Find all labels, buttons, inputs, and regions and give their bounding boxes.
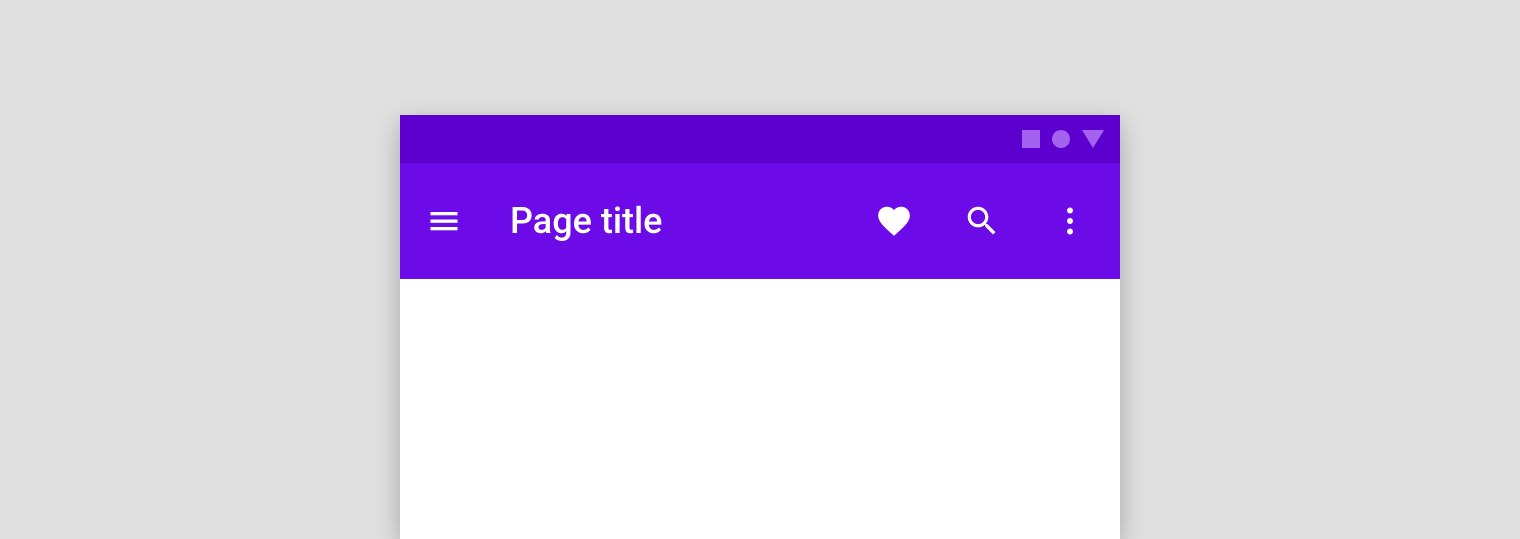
- search-button[interactable]: [960, 199, 1004, 243]
- favorite-button[interactable]: [872, 199, 916, 243]
- app-bar: Page title: [400, 163, 1120, 279]
- square-icon: [1022, 130, 1040, 148]
- search-icon: [963, 202, 1001, 240]
- content-area: [400, 279, 1120, 539]
- device-frame: Page title: [400, 115, 1120, 539]
- page-title: Page title: [510, 200, 872, 242]
- heart-icon: [875, 202, 913, 240]
- triangle-down-icon: [1082, 130, 1104, 148]
- menu-button[interactable]: [420, 197, 468, 245]
- menu-icon: [426, 203, 462, 239]
- overflow-menu-button[interactable]: [1048, 199, 1092, 243]
- circle-icon: [1052, 130, 1070, 148]
- status-bar: [400, 115, 1120, 163]
- more-vert-icon: [1052, 203, 1088, 239]
- action-group: [872, 199, 1100, 243]
